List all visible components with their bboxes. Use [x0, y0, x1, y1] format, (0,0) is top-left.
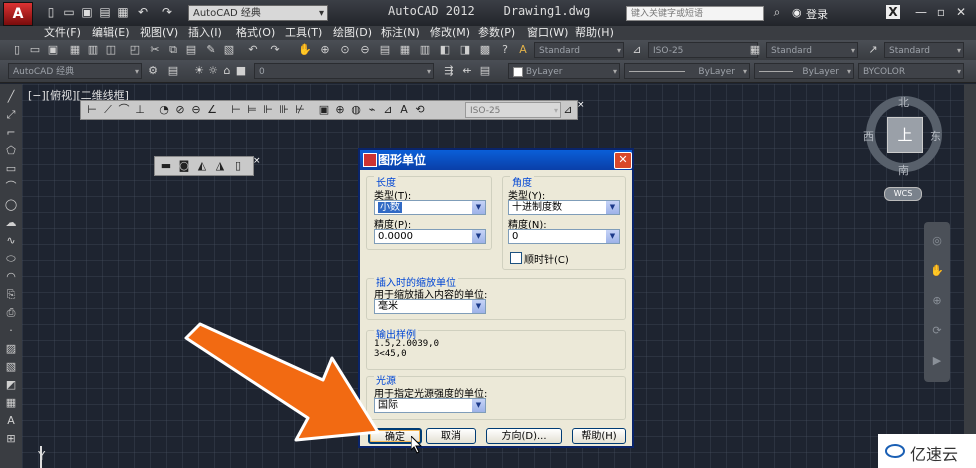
- watermark-text: 亿速云: [910, 445, 959, 464]
- arrow-shape: [184, 322, 380, 442]
- annotation-arrow: [184, 322, 380, 442]
- mouse-cursor-icon: [411, 436, 423, 454]
- cloud-icon: [885, 444, 905, 458]
- watermark-logo: 亿速云: [878, 434, 976, 468]
